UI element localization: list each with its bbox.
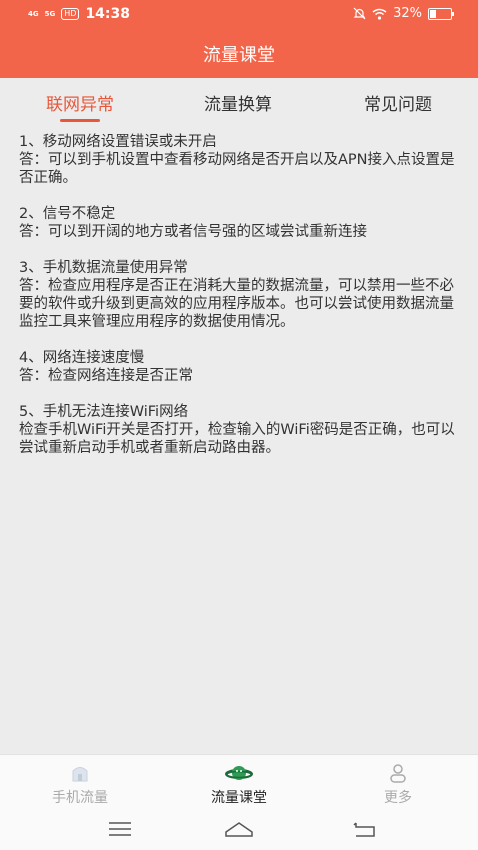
- battery-icon: [428, 7, 454, 20]
- list-item: 2、信号不稳定 答：可以到开阔的地方或者信号强的区域尝试重新连接: [19, 205, 463, 241]
- back-button[interactable]: [350, 818, 380, 840]
- answer-text: 答：可以到手机设置中查看移动网络是否开启以及APN接入点设置是否正确。: [19, 152, 455, 186]
- bottom-nav: 手机流量 流量课堂 更多: [0, 754, 478, 809]
- hd-icon: HD: [61, 8, 80, 20]
- status-left: 4G 5G HD 14:38: [28, 6, 130, 22]
- status-right: 32%: [353, 6, 454, 21]
- nav-label: 更多: [384, 790, 412, 806]
- list-item: 5、手机无法连接WiFi网络 检查手机WiFi开关是否打开，检查输入的WiFi密…: [19, 403, 463, 457]
- battery-level-fill: [430, 9, 436, 18]
- status-bar: 4G 5G HD 14:38 32%: [0, 0, 478, 30]
- tab-data-conversion[interactable]: 流量换算: [178, 90, 298, 115]
- home-icon: [225, 822, 253, 837]
- status-time: 14:38: [85, 6, 131, 22]
- list-item: 3、手机数据流量使用异常 答：检查应用程序是否正在消耗大量的数据流量，可以禁用一…: [19, 259, 463, 331]
- system-nav-bar: [0, 808, 478, 850]
- nav-phone-data[interactable]: 手机流量: [30, 763, 130, 807]
- planet-icon: [225, 766, 253, 780]
- signal-5g-icon: 5G: [44, 10, 56, 18]
- question-title: 5、手机无法连接WiFi网络: [19, 404, 189, 420]
- user-icon: [390, 764, 406, 783]
- question-title: 3、手机数据流量使用异常: [19, 260, 188, 276]
- list-item: 1、移动网络设置错误或未开启 答：可以到手机设置中查看移动网络是否开启以及APN…: [19, 133, 463, 187]
- menu-button[interactable]: [105, 818, 135, 840]
- list-item: 4、网络连接速度慢 答：检查网络连接是否正常: [19, 349, 463, 385]
- page-title: 流量课堂: [0, 30, 478, 78]
- menu-icon: [109, 822, 131, 836]
- answer-text: 答：检查应用程序是否正在消耗大量的数据流量，可以禁用一些不必要的软件或升级到更高…: [19, 278, 454, 330]
- active-tab-indicator: [60, 119, 100, 122]
- battery-percent: 32%: [393, 6, 422, 21]
- answer-text: 答：检查网络连接是否正常: [19, 368, 193, 384]
- back-icon: [353, 822, 375, 837]
- nav-data-classroom[interactable]: 流量课堂: [189, 763, 289, 807]
- nav-label: 手机流量: [52, 790, 108, 806]
- wifi-icon: [372, 8, 387, 20]
- answer-text: 答：可以到开阔的地方或者信号强的区域尝试重新连接: [19, 224, 367, 240]
- signal-4g-icon: 4G: [28, 10, 39, 18]
- home-button[interactable]: [224, 818, 254, 840]
- tab-network-error[interactable]: 联网异常: [20, 90, 140, 115]
- nav-label: 流量课堂: [211, 790, 267, 806]
- tab-faq[interactable]: 常见问题: [338, 90, 458, 115]
- tab-bar: 联网异常 流量换算 常见问题: [0, 78, 478, 124]
- answer-text: 检查手机WiFi开关是否打开，检查输入的WiFi密码是否正确，也可以尝试重新启动…: [19, 422, 455, 456]
- mute-icon: [353, 7, 366, 20]
- phone-data-icon: [72, 767, 88, 782]
- qa-list: 1、移动网络设置错误或未开启 答：可以到手机设置中查看移动网络是否开启以及APN…: [19, 133, 463, 475]
- nav-more[interactable]: 更多: [348, 763, 448, 807]
- question-title: 2、信号不稳定: [19, 206, 116, 222]
- question-title: 4、网络连接速度慢: [19, 350, 145, 366]
- question-title: 1、移动网络设置错误或未开启: [19, 134, 217, 150]
